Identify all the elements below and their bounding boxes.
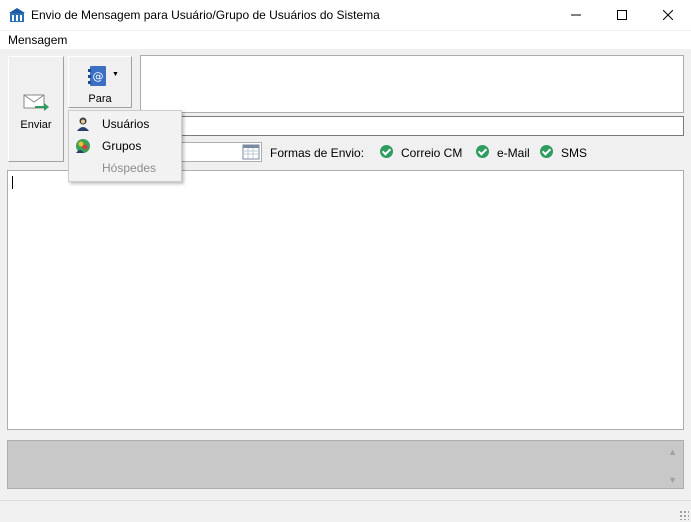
sms-label: SMS	[561, 146, 588, 160]
maximize-button[interactable]	[599, 0, 645, 30]
text-cursor	[12, 176, 13, 189]
close-button[interactable]	[645, 0, 691, 30]
to-dropdown-menu: Usuários Grupos Hóspedes	[68, 110, 182, 182]
maximize-icon	[617, 10, 627, 20]
correio-cm-checkbox[interactable]	[380, 145, 393, 158]
send-label: Enviar	[20, 119, 52, 131]
calendar-icon[interactable]	[242, 144, 260, 160]
minimize-button[interactable]	[553, 0, 599, 30]
send-button[interactable]: Enviar	[8, 56, 64, 162]
recipients-field[interactable]	[140, 55, 684, 113]
dropdown-item-grupos[interactable]: Grupos	[69, 135, 181, 157]
dropdown-item-label: Grupos	[102, 139, 142, 153]
resize-grip-icon[interactable]	[679, 510, 689, 520]
status-area: ▲ ▼	[7, 440, 684, 489]
dropdown-item-label: Hóspedes	[102, 161, 157, 175]
scroll-down-icon[interactable]: ▼	[668, 475, 677, 485]
close-icon	[663, 10, 673, 20]
chevron-down-icon: ▼	[112, 71, 119, 78]
menu-mensagem[interactable]: Mensagem	[8, 33, 67, 47]
to-button[interactable]: @ ▼ Para	[68, 56, 132, 108]
email-label: e-Mail	[497, 146, 530, 160]
send-mail-icon	[23, 94, 49, 111]
title-bar: Envio de Mensagem para Usuário/Grupo de …	[0, 0, 691, 30]
scroll-up-icon[interactable]: ▲	[668, 447, 677, 457]
app-icon	[9, 8, 25, 22]
status-bar	[0, 500, 691, 522]
menu-bar: Mensagem	[0, 31, 691, 49]
address-book-icon: @	[88, 66, 106, 86]
minimize-icon	[571, 14, 581, 16]
user-icon	[77, 117, 89, 131]
correio-cm-label: Correio CM	[401, 146, 463, 160]
window-title: Envio de Mensagem para Usuário/Grupo de …	[31, 8, 380, 22]
message-body[interactable]	[7, 170, 684, 430]
group-icon	[76, 139, 90, 153]
dropdown-item-hospedes: Hóspedes	[69, 157, 181, 179]
to-label: Para	[88, 93, 112, 105]
sms-checkbox[interactable]	[540, 145, 553, 158]
email-checkbox[interactable]	[476, 145, 489, 158]
send-methods-label: Formas de Envio:	[270, 146, 365, 160]
dropdown-item-usuarios[interactable]: Usuários	[69, 113, 181, 135]
dropdown-item-label: Usuários	[102, 117, 150, 131]
svg-text:@: @	[93, 70, 104, 83]
subject-field[interactable]	[180, 116, 684, 136]
